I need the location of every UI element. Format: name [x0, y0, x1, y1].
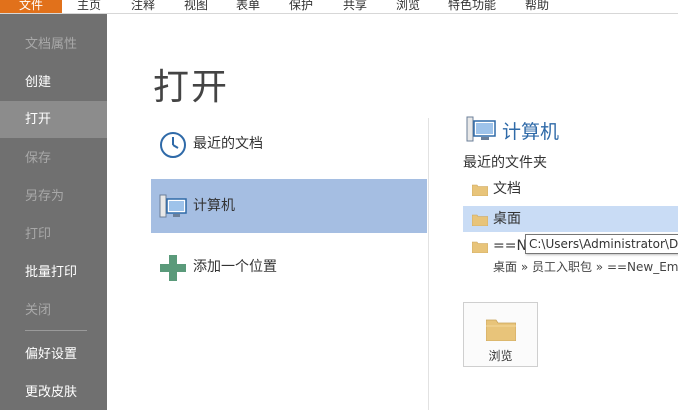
sidebar-item-preferences[interactable]: 偏好设置: [0, 336, 107, 373]
sidebar-item-close[interactable]: 关闭: [0, 292, 107, 329]
page-title: 打开: [153, 67, 230, 108]
folder-row-documents[interactable]: 文档: [463, 176, 678, 202]
computer-icon: [159, 194, 187, 218]
folder-icon: [472, 184, 488, 196]
clock-icon: [160, 132, 186, 158]
sidebar-divider: [25, 330, 87, 331]
sidebar-item-save-as[interactable]: 另存为: [0, 178, 107, 215]
folder-label: 桌面: [493, 211, 521, 227]
menu-protect[interactable]: 保护: [274, 0, 328, 13]
menu-comment[interactable]: 注释: [116, 0, 170, 13]
menu-features[interactable]: 特色功能: [434, 0, 510, 13]
sidebar-item-open[interactable]: 打开: [0, 101, 107, 138]
browse-button[interactable]: 浏览: [463, 302, 538, 367]
browse-button-label: 浏览: [488, 349, 513, 363]
location-add-place-label: 添加一个位置: [193, 259, 277, 275]
location-computer-label: 计算机: [193, 198, 235, 214]
location-recent-documents[interactable]: 最近的文档: [151, 117, 427, 171]
menu-share[interactable]: 共享: [328, 0, 382, 13]
folder-label: 文档: [493, 181, 521, 197]
sidebar-item-save[interactable]: 保存: [0, 140, 107, 177]
sidebar-item-document-properties[interactable]: 文档属性: [0, 26, 107, 63]
menu-bar: 文件 主页 注释 视图 表单 保护 共享 浏览 特色功能 帮助: [0, 0, 678, 14]
location-add-place[interactable]: 添加一个位置: [151, 240, 427, 294]
menu-file[interactable]: 文件: [0, 0, 62, 13]
folder-path: 桌面 » 员工入职包 » ==New_Emp: [493, 260, 678, 274]
path-tooltip: C:\Users\Administrator\De: [525, 234, 678, 254]
sidebar-item-create[interactable]: 创建: [0, 64, 107, 101]
sidebar-item-print[interactable]: 打印: [0, 216, 107, 253]
location-recent-documents-label: 最近的文档: [193, 136, 263, 152]
sidebar: 文档属性 创建 打开 保存 另存为 打印 批量打印 关闭 偏好设置 更改皮肤: [0, 14, 107, 410]
menu-home[interactable]: 主页: [62, 0, 116, 13]
location-computer[interactable]: 计算机: [151, 179, 427, 233]
menu-help[interactable]: 帮助: [510, 0, 564, 13]
section-title: 计算机: [502, 121, 560, 143]
recent-folders-label: 最近的文件夹: [463, 155, 547, 171]
menu-form[interactable]: 表单: [222, 0, 274, 13]
plus-icon: [160, 255, 186, 281]
folder-icon: [486, 319, 516, 341]
folder-label: ==N: [493, 238, 527, 254]
panel-divider: [428, 118, 429, 410]
folder-icon: [472, 241, 488, 253]
folder-icon: [472, 214, 488, 226]
menu-view[interactable]: 视图: [170, 0, 222, 13]
sidebar-item-change-skin[interactable]: 更改皮肤: [0, 374, 107, 410]
computer-icon: [466, 116, 496, 142]
folder-row-desktop[interactable]: 桌面: [463, 206, 678, 232]
menu-browse[interactable]: 浏览: [382, 0, 434, 13]
sidebar-item-batch-print[interactable]: 批量打印: [0, 254, 107, 291]
